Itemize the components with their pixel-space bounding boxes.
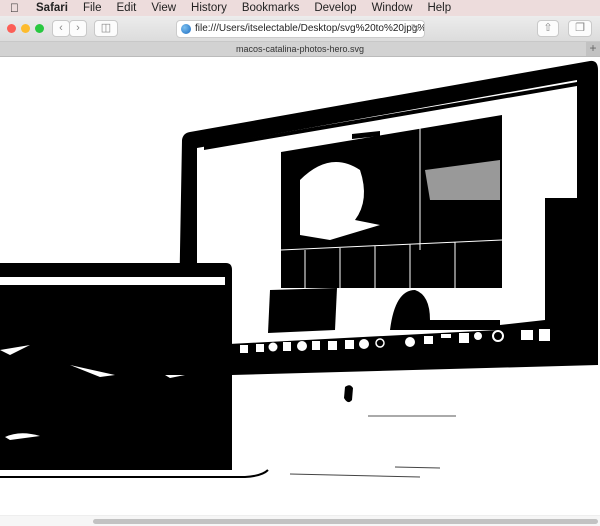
reload-icon[interactable]: ↻ <box>411 21 420 37</box>
menu-bookmarks[interactable]: Bookmarks <box>242 2 300 14</box>
apple-menu-icon[interactable]:  <box>10 1 24 15</box>
horizontal-scrollbar[interactable] <box>0 515 600 526</box>
tabs-overview-icon: ❐ <box>575 22 585 34</box>
menu-help[interactable]: Help <box>427 2 451 14</box>
menu-file[interactable]: File <box>83 2 102 14</box>
scrollbar-thumb[interactable] <box>93 519 598 524</box>
tabs-overview-button[interactable]: ❐ <box>568 20 592 37</box>
sidebar-icon: ◫ <box>100 22 112 34</box>
url-text: file:///Users/itselectable/Desktop/svg%2… <box>195 23 425 34</box>
tab-title[interactable]: macos-catalina-photos-hero.svg <box>236 44 364 54</box>
minimize-button[interactable] <box>21 24 30 33</box>
menu-history[interactable]: History <box>191 2 227 14</box>
close-button[interactable] <box>7 24 16 33</box>
menu-window[interactable]: Window <box>372 2 413 14</box>
apple-logo-icon <box>344 385 353 403</box>
globe-icon <box>181 24 191 34</box>
menu-view[interactable]: View <box>151 2 176 14</box>
forward-button[interactable]: › <box>69 20 87 37</box>
menu-safari[interactable]: Safari <box>36 2 68 14</box>
share-icon: ⇧ <box>543 22 553 34</box>
zoom-button[interactable] <box>35 24 44 33</box>
chevron-left-icon: ‹ <box>59 22 63 34</box>
menu-develop[interactable]: Develop <box>314 2 356 14</box>
back-button[interactable]: ‹ <box>52 20 70 37</box>
page-content <box>0 57 600 515</box>
share-button[interactable]: ⇧ <box>537 20 559 37</box>
imac-illustration <box>178 60 598 478</box>
chevron-right-icon: › <box>76 22 80 34</box>
menu-bar:  Safari File Edit View History Bookmark… <box>0 0 600 16</box>
address-bar[interactable]: file:///Users/itselectable/Desktop/svg%2… <box>176 20 425 38</box>
laptop-illustration <box>0 263 269 478</box>
menu-edit[interactable]: Edit <box>117 2 137 14</box>
new-tab-button[interactable]: + <box>586 42 600 56</box>
tab-bar: macos-catalina-photos-hero.svg + <box>0 42 600 57</box>
hero-illustration <box>0 60 598 478</box>
toolbar: ‹ › ◫ file:///Users/itselectable/Desktop… <box>0 16 600 42</box>
sidebar-button[interactable]: ◫ <box>94 20 118 37</box>
